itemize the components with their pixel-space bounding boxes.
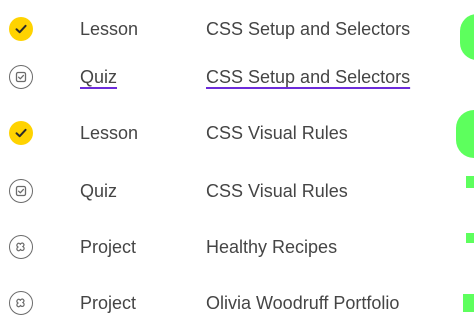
list-item-project[interactable]: Project Healthy Recipes <box>0 224 474 270</box>
item-type-label: Project <box>80 292 137 313</box>
item-type-label: Project <box>80 236 137 257</box>
item-title-link[interactable]: Healthy Recipes <box>206 237 337 258</box>
item-title-link[interactable]: CSS Setup and Selectors <box>206 67 410 88</box>
item-title-link[interactable]: Olivia Woodruff Portfolio <box>206 293 399 314</box>
green-highlight-shape <box>456 110 474 158</box>
check-icon <box>9 17 33 41</box>
project-icon <box>9 235 33 259</box>
list-item-lesson[interactable]: Lesson CSS Setup and Selectors <box>0 6 474 52</box>
check-icon <box>9 121 33 145</box>
syllabus-list: Lesson CSS Setup and Selectors Quiz CSS … <box>0 0 474 329</box>
item-title-link[interactable]: CSS Visual Rules <box>206 181 348 202</box>
quiz-icon <box>9 179 33 203</box>
item-type-label: Lesson <box>80 18 139 39</box>
item-title-link[interactable]: CSS Setup and Selectors <box>206 19 410 40</box>
green-highlight-shape <box>463 294 474 312</box>
item-type-label: Quiz <box>80 180 118 201</box>
item-type-label: Lesson <box>80 122 139 143</box>
list-item-lesson[interactable]: Lesson CSS Visual Rules <box>0 110 474 156</box>
green-highlight-shape <box>466 176 474 188</box>
list-item-quiz[interactable]: Quiz CSS Visual Rules <box>0 168 474 214</box>
project-icon <box>9 291 33 315</box>
item-title-link[interactable]: CSS Visual Rules <box>206 123 348 144</box>
list-item-project[interactable]: Project Olivia Woodruff Portfolio <box>0 280 474 326</box>
list-item-quiz[interactable]: Quiz CSS Setup and Selectors <box>0 54 474 100</box>
green-highlight-shape <box>466 233 474 243</box>
item-type-link[interactable]: Quiz <box>80 67 117 88</box>
quiz-icon <box>9 65 33 89</box>
